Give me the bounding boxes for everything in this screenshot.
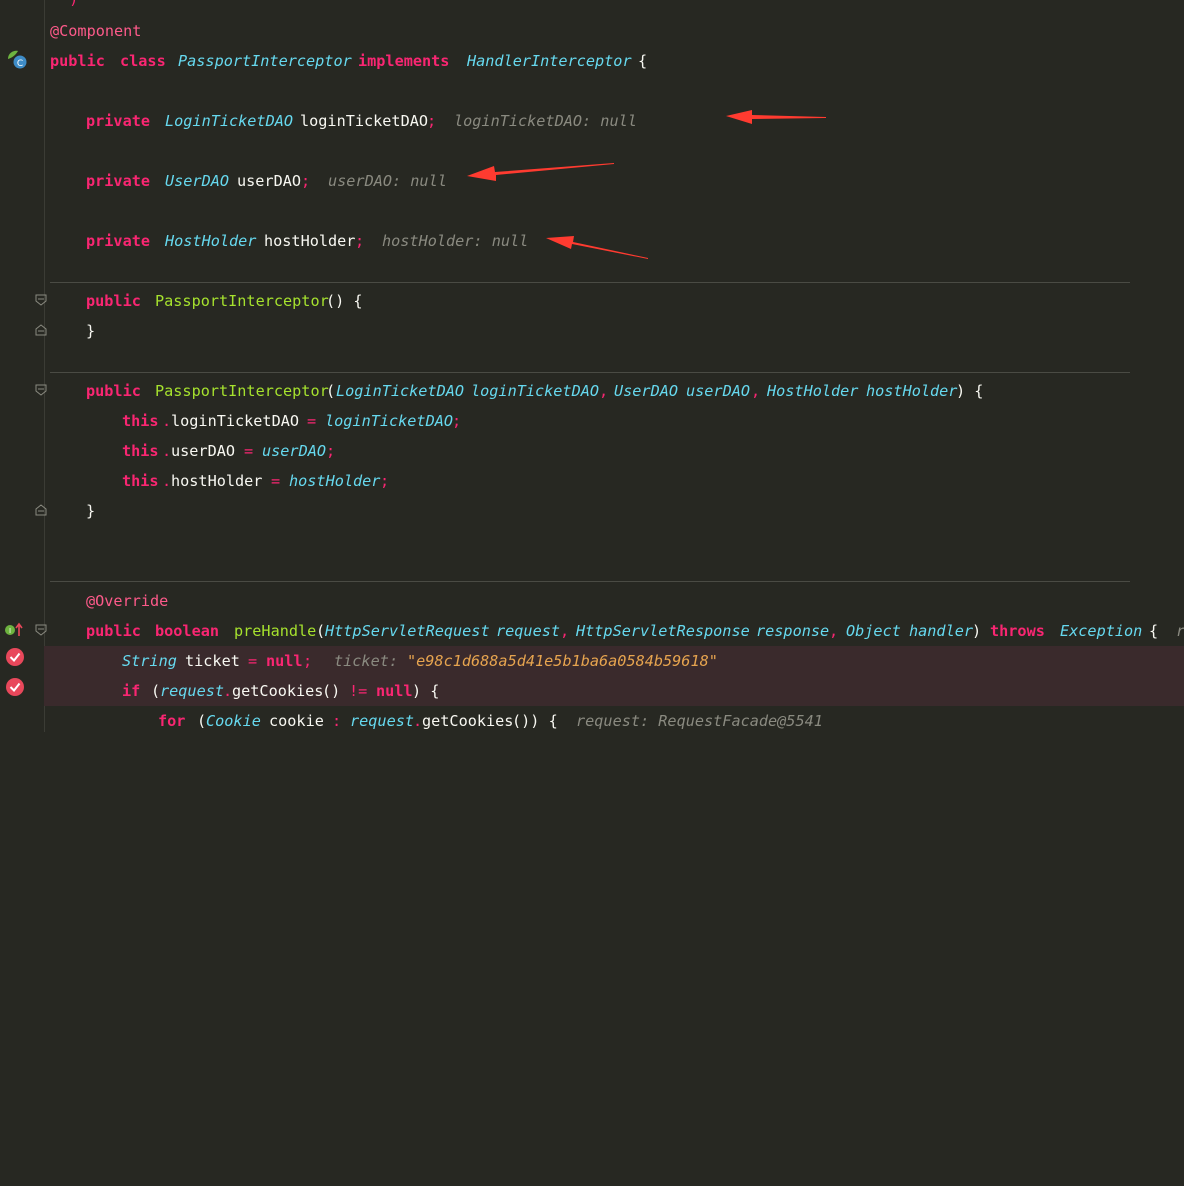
arrow-icon bbox=[546, 236, 648, 259]
annotation-arrows bbox=[467, 110, 826, 259]
arrow-icon bbox=[726, 110, 826, 124]
arrow-icon bbox=[467, 163, 614, 181]
